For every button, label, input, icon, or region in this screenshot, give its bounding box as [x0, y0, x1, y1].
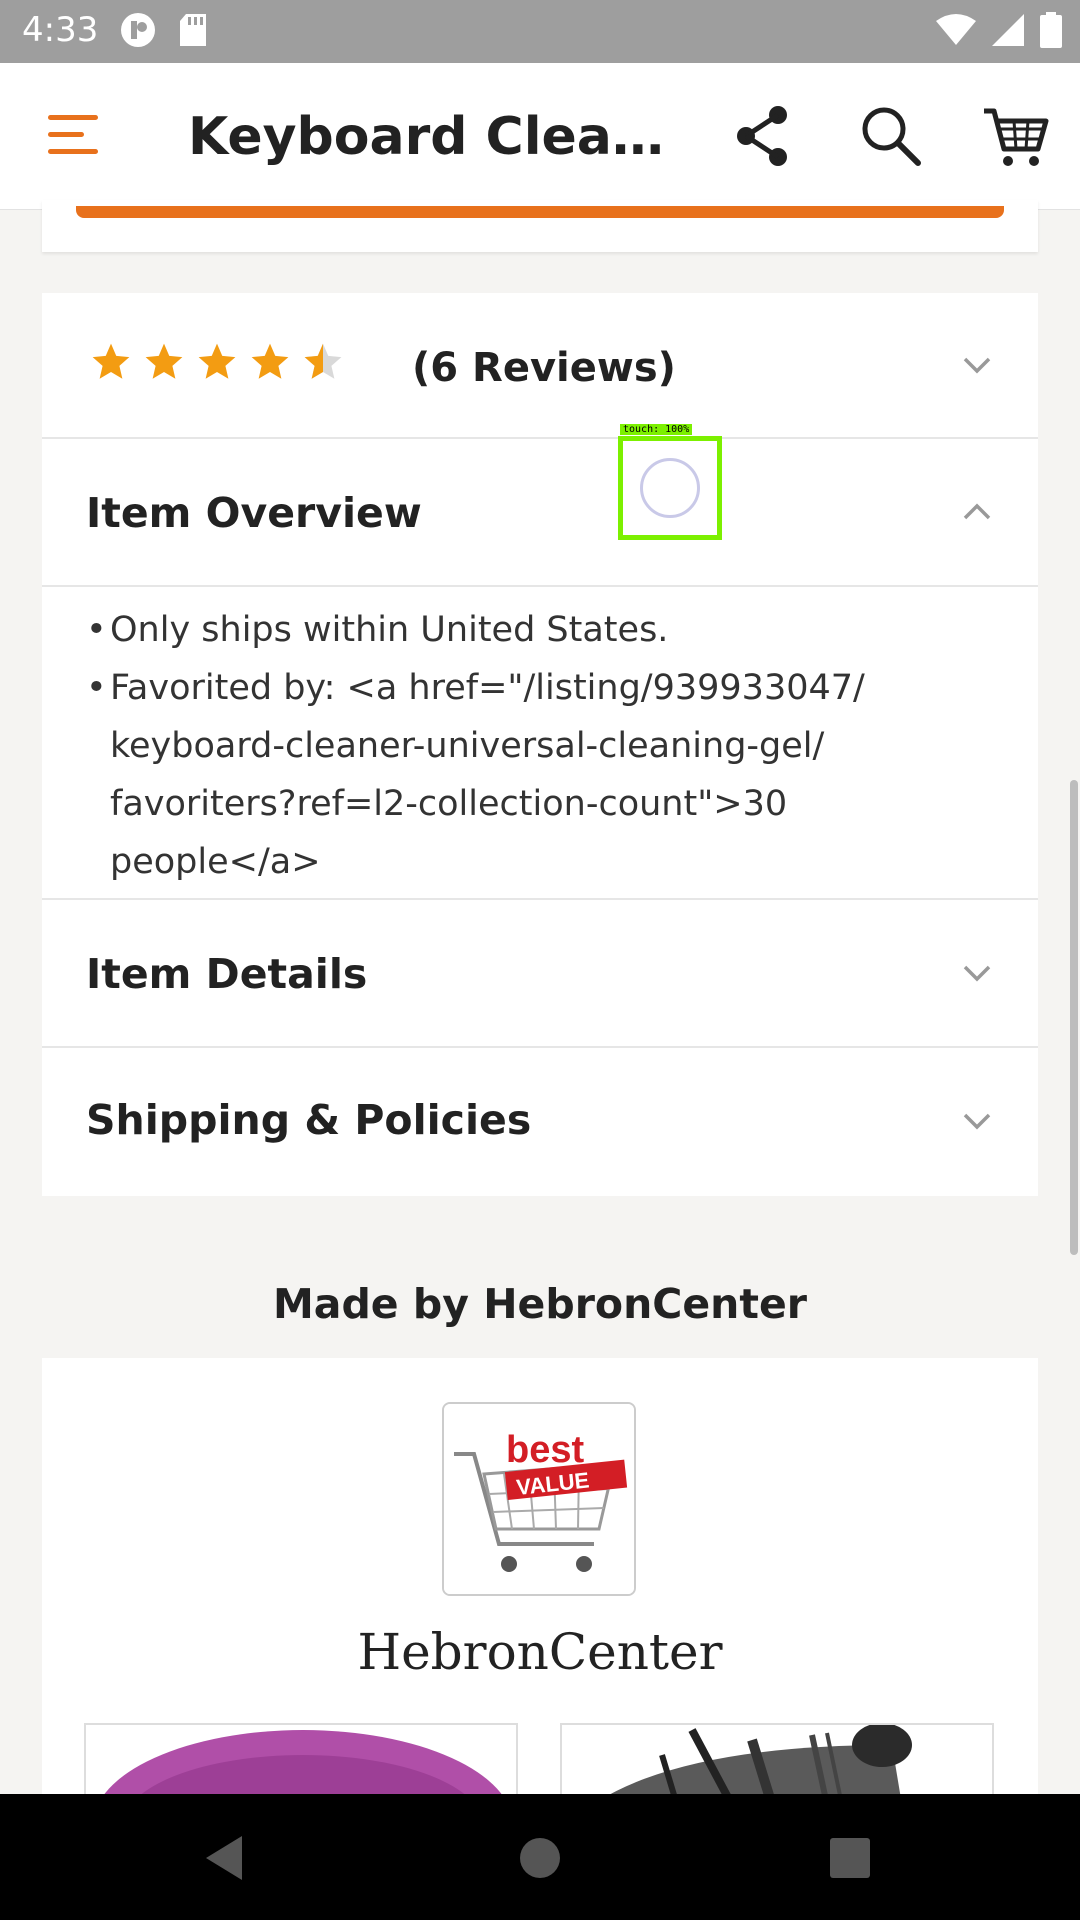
cart-icon[interactable]	[980, 101, 1050, 171]
half-star-icon	[304, 343, 342, 379]
logo-text: best	[506, 1429, 584, 1471]
recents-icon[interactable]	[820, 1828, 880, 1888]
signal-icon	[992, 14, 1024, 46]
share-icon[interactable]	[728, 101, 798, 171]
battery-icon	[1040, 12, 1062, 48]
overview-bullet: Favorited by: <a href="/listing/93993304…	[86, 659, 1006, 891]
star-icon	[198, 343, 236, 379]
app-bar: Keyboard Cleane...	[0, 63, 1080, 210]
item-overview-header[interactable]: Item Overview	[42, 439, 1038, 585]
scrollbar-thumb[interactable]	[1070, 780, 1078, 1255]
status-bar: 4:33	[0, 0, 1080, 63]
add-to-cart-button-edge[interactable]	[76, 206, 1004, 218]
item-overview-section: Item Overview Only ships within United S…	[42, 437, 1038, 898]
star-icon	[92, 343, 130, 379]
system-nav-bar	[0, 1794, 1080, 1920]
star-rating	[90, 341, 344, 383]
favorited-line-3: favoriters?ref=l2-collection-count">30 p…	[110, 784, 788, 882]
shop-listing-thumbnail[interactable]	[560, 1723, 994, 1803]
item-details-row[interactable]: Item Details	[42, 898, 1038, 1046]
chevron-down-icon[interactable]	[960, 1104, 994, 1138]
shop-card[interactable]: best VALUE HebronCenter	[42, 1358, 1038, 1803]
wifi-icon	[936, 14, 976, 45]
shipping-policies-row[interactable]: Shipping & Policies	[42, 1046, 1038, 1196]
touch-indicator-circle	[640, 458, 700, 518]
shipping-policies-title: Shipping & Policies	[86, 1096, 532, 1144]
shop-logo[interactable]: best VALUE	[442, 1402, 636, 1596]
sd-card-icon	[180, 14, 206, 46]
chevron-down-icon[interactable]	[960, 956, 994, 990]
cutlery-set-image	[562, 1725, 992, 1801]
favorited-line-2: keyboard-cleaner-universal-cleaning-gel/	[110, 726, 825, 766]
home-icon[interactable]	[510, 1828, 570, 1888]
shop-listing-thumbnail[interactable]	[84, 1723, 518, 1803]
item-details-title: Item Details	[86, 950, 368, 998]
item-overview-content: Only ships within United States. Favorit…	[86, 601, 1006, 891]
search-icon[interactable]	[856, 101, 926, 171]
chevron-down-icon[interactable]	[960, 348, 994, 382]
back-icon[interactable]	[196, 1828, 256, 1888]
overview-bullet: Only ships within United States.	[86, 601, 1006, 659]
shop-name[interactable]: HebronCenter	[42, 1623, 1038, 1681]
favorited-line-1: Favorited by: <a href="/listing/93993304…	[110, 668, 865, 708]
star-icon	[145, 343, 183, 379]
notification-app-icon	[121, 13, 155, 47]
reviews-count[interactable]: (6 Reviews)	[412, 345, 676, 391]
purple-bowl-image	[99, 1730, 507, 1801]
listing-accordion: (6 Reviews) Item Overview Only ships wit…	[42, 293, 1038, 1196]
menu-icon[interactable]	[48, 115, 98, 155]
touch-indicator-label: touch: 100%	[620, 424, 693, 435]
item-overview-title: Item Overview	[86, 489, 422, 537]
made-by-heading: Made by HebronCenter	[272, 1280, 807, 1328]
reviews-row[interactable]: (6 Reviews)	[42, 293, 1038, 437]
shopping-cart-logo-image: best VALUE	[444, 1404, 634, 1594]
star-icon	[251, 343, 289, 379]
chevron-up-icon[interactable]	[960, 495, 994, 529]
status-time: 4:33	[22, 10, 99, 50]
page-title: Keyboard Cleane...	[188, 107, 678, 167]
